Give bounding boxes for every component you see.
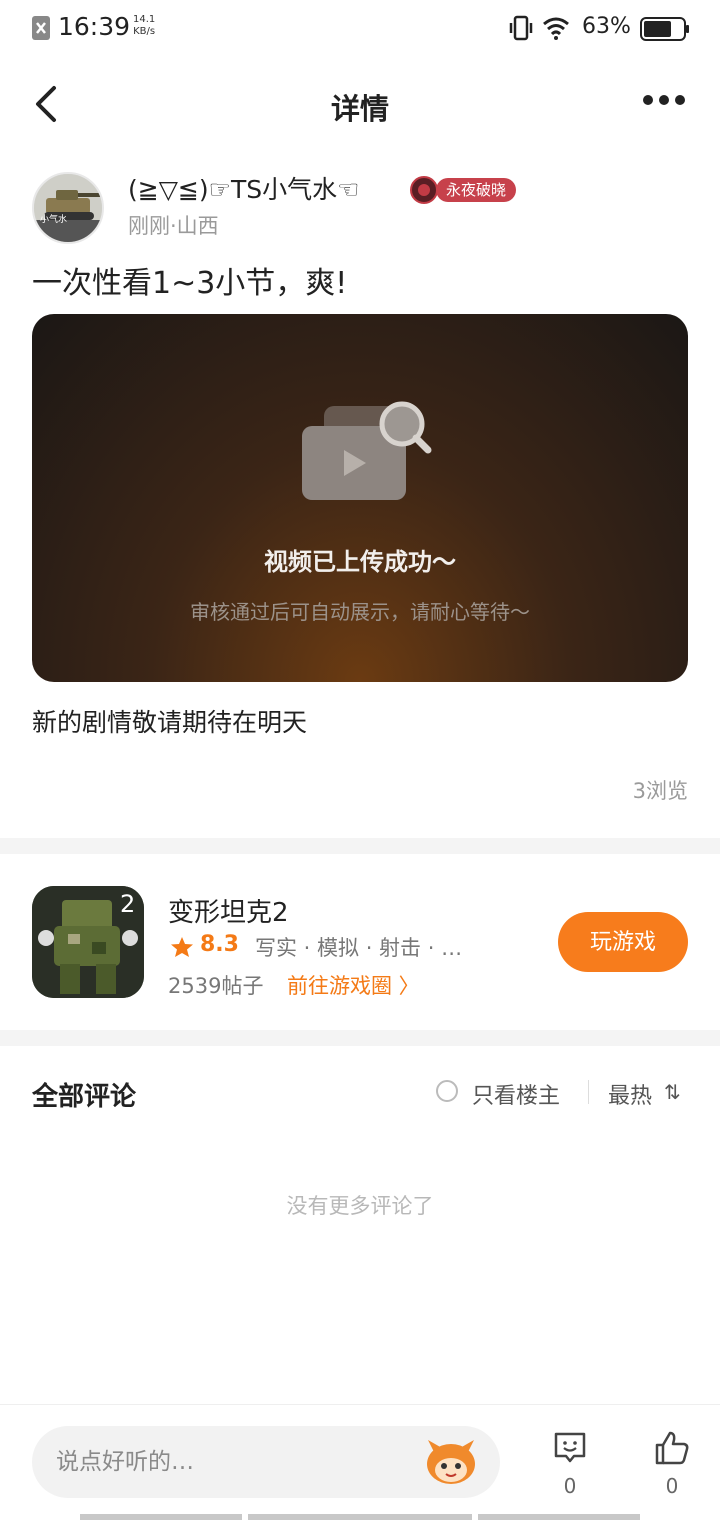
- battery-icon: [640, 17, 689, 41]
- battery-percent: 63%: [582, 14, 631, 39]
- comment-count: 0: [563, 1474, 577, 1498]
- post-meta: 刚刚·山西: [128, 214, 219, 238]
- like-count: 0: [665, 1474, 679, 1498]
- post-title: 一次性看1~3小节，爽!: [32, 266, 348, 301]
- wifi-icon: [543, 17, 569, 40]
- post-body: 新的剧情敬请期待在明天: [32, 708, 308, 737]
- status-bar: 16:39 14.1 KB/s 63%: [0, 0, 720, 58]
- divider: [0, 838, 720, 854]
- only-host-radio[interactable]: [436, 1080, 458, 1102]
- network-speed: 14.1 KB/s: [133, 14, 155, 38]
- comments-title: 全部评论: [32, 1082, 137, 1112]
- status-time: 16:39: [58, 12, 131, 41]
- sort-option[interactable]: 最热: [608, 1078, 652, 1110]
- game-rating: 8.3: [200, 932, 239, 957]
- tank-avatar-icon: [34, 174, 102, 242]
- game-icon-digit: 2: [120, 890, 136, 918]
- video-review-icon: [302, 401, 432, 500]
- like-icon[interactable]: [654, 1430, 690, 1466]
- user-badge: 永夜破晓: [436, 178, 517, 202]
- sort-icon[interactable]: ⇅: [664, 1080, 681, 1104]
- view-count: 3浏览: [632, 779, 688, 803]
- filter-divider: [588, 1080, 589, 1104]
- video-note: 审核通过后可自动展示，请耐心等待～: [190, 600, 530, 624]
- vibrate-icon: [509, 15, 533, 41]
- star-icon: [171, 937, 193, 957]
- no-more-comments: 没有更多评论了: [286, 1194, 434, 1218]
- divider: [0, 1030, 720, 1046]
- page-title: 详情: [330, 92, 389, 126]
- only-host-label[interactable]: 只看楼主: [472, 1078, 560, 1110]
- game-tags: 写实 · 模拟 · 射击 · …: [255, 936, 463, 960]
- nav-indicator: [248, 1514, 472, 1520]
- badge-emblem-icon: [410, 176, 438, 204]
- avatar-label: 小气水: [40, 215, 68, 225]
- nav-indicator: [80, 1514, 242, 1520]
- author-name[interactable]: (≧▽≦)☞TS小气水☜: [128, 170, 360, 206]
- game-circle-link[interactable]: 前往游戏圈 〉: [287, 970, 420, 1000]
- game-post-count: 2539帖子: [168, 974, 264, 998]
- game-icon[interactable]: 2: [32, 886, 144, 998]
- comment-icon[interactable]: [552, 1430, 588, 1466]
- more-icon[interactable]: [640, 92, 688, 108]
- play-game-button[interactable]: 玩游戏: [558, 912, 688, 972]
- video-status: 视频已上传成功～: [264, 548, 456, 576]
- nav-indicator: [478, 1514, 640, 1520]
- network-speed-unit: KB/s: [133, 26, 156, 37]
- notification-icon: [32, 16, 50, 40]
- avatar[interactable]: 小气水: [32, 172, 104, 244]
- mascot-icon[interactable]: [424, 1438, 478, 1486]
- game-name[interactable]: 变形坦克2: [168, 892, 289, 929]
- network-speed-value: 14.1: [133, 14, 156, 25]
